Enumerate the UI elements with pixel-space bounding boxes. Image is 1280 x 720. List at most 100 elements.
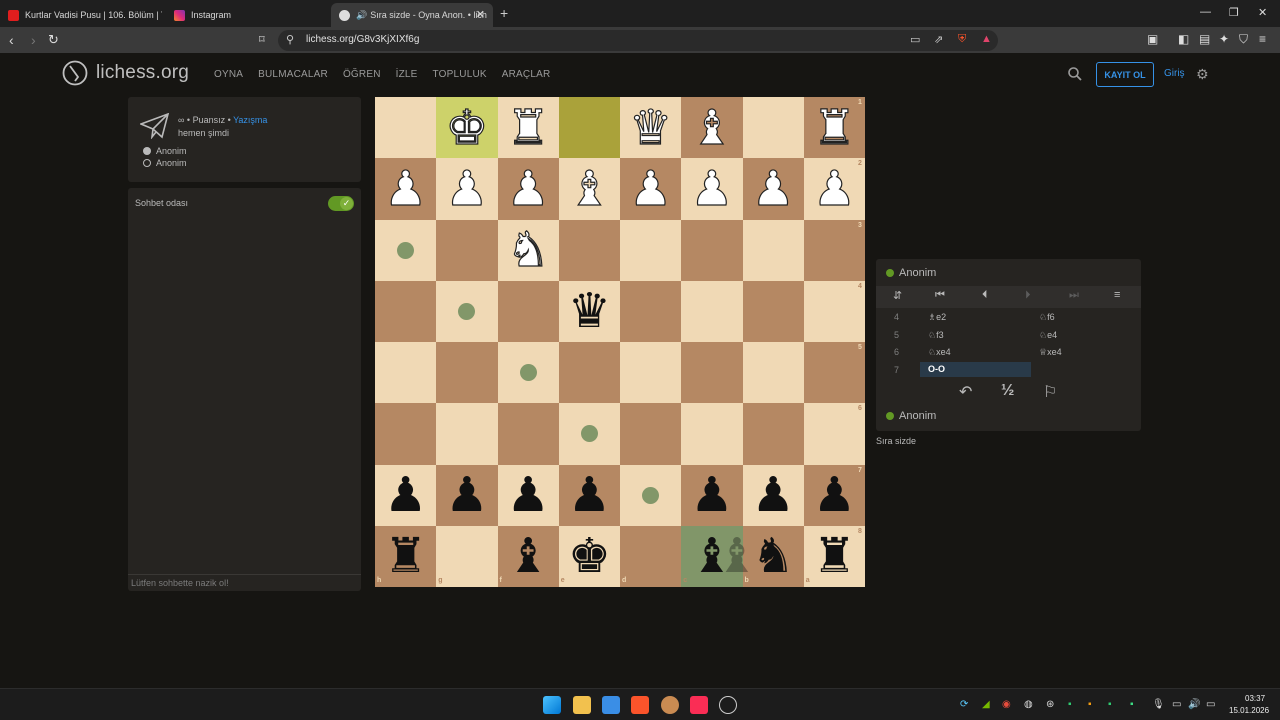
address-bar[interactable]: ⚲ lichess.org/G8v3KjXIXf6g ▭ ⇗ ⛨ ▲ xyxy=(278,30,998,51)
white-pawn-icon[interactable]: ♟ xyxy=(804,158,865,219)
white-pawn-icon[interactable]: ♟ xyxy=(498,158,559,219)
board-square[interactable] xyxy=(436,219,498,281)
board-square[interactable] xyxy=(558,97,620,159)
board-square[interactable] xyxy=(436,342,498,404)
white-knight-icon[interactable]: ♞ xyxy=(498,220,559,281)
white-pawn-icon[interactable]: ♟ xyxy=(375,158,436,219)
brave-shield-icon[interactable]: ⛨ xyxy=(958,33,966,46)
browser-tab-instagram[interactable]: Instagram xyxy=(166,3,326,27)
black-pawn-icon[interactable]: ♟ xyxy=(804,465,865,526)
file-explorer-icon[interactable] xyxy=(573,696,591,714)
board-square[interactable] xyxy=(497,403,559,465)
menu-icon[interactable]: ≡ xyxy=(1259,32,1266,46)
black-pawn-icon[interactable]: ♟ xyxy=(436,465,497,526)
board-square[interactable] xyxy=(558,219,620,281)
white-move[interactable]: ♘f3 xyxy=(928,330,944,341)
nav-puzzles[interactable]: BULMACALAR xyxy=(258,69,328,80)
board-square[interactable] xyxy=(742,403,804,465)
black-rook-icon[interactable]: ♜ xyxy=(375,526,436,587)
board-square[interactable] xyxy=(803,280,865,342)
white-pawn-icon[interactable]: ♟ xyxy=(620,158,681,219)
black-pawn-icon[interactable]: ♟ xyxy=(375,465,436,526)
move-destination-dot[interactable] xyxy=(397,241,415,259)
minimize-icon[interactable]: — xyxy=(1200,6,1211,18)
player-black[interactable]: Anonim xyxy=(143,158,187,168)
network-icon[interactable]: ▭ xyxy=(1172,699,1181,710)
board-square[interactable] xyxy=(803,403,865,465)
white-bishop-icon[interactable]: ♝ xyxy=(681,97,742,158)
hamburger-menu-icon[interactable]: ≡ xyxy=(1114,289,1120,301)
black-pawn-icon[interactable]: ♟ xyxy=(498,465,559,526)
board-square[interactable] xyxy=(375,97,437,159)
nav-watch[interactable]: İZLE xyxy=(396,69,418,80)
board-square[interactable] xyxy=(681,403,743,465)
close-window-icon[interactable]: ✕ xyxy=(1258,6,1267,19)
black-king-icon[interactable]: ♚ xyxy=(559,526,620,587)
takeback-icon[interactable]: ↶ xyxy=(959,382,972,402)
draw-offer-button[interactable]: ½ xyxy=(1001,382,1014,400)
player-white[interactable]: Anonim xyxy=(143,146,187,156)
black-rook-icon[interactable]: ♜ xyxy=(804,526,865,587)
cast-icon[interactable]: ▭ xyxy=(910,33,920,46)
signin-link[interactable]: Giriş xyxy=(1164,68,1185,79)
white-pawn-icon[interactable]: ♟ xyxy=(436,158,497,219)
site-logo[interactable]: lichess.org xyxy=(62,60,189,86)
board-square[interactable] xyxy=(375,403,437,465)
white-king-icon[interactable]: ♚ xyxy=(436,97,497,158)
forward-icon[interactable]: › xyxy=(31,32,36,48)
microphone-icon[interactable]: 🎙 xyxy=(1152,699,1165,710)
chess-board[interactable]: ♚ ♜ ♛ ♝ ♜ ♟ ♟ ♟ ♝ ♟ ♟ ♟ ♟ ♞ ♛ ♟ ♟ ♟ ♟ ♟ ♟ ♟ ♜ ♝ ♚ ♝ ♞ ♜ ♝ 1 2 3 4 5 6 7 8 h g f… xyxy=(375,97,865,587)
prev-move-icon[interactable]: ⏴ xyxy=(982,289,988,302)
black-move[interactable]: ♘e4 xyxy=(1039,330,1057,341)
board-square[interactable] xyxy=(742,97,804,159)
battery-icon[interactable]: ▭ xyxy=(1206,699,1215,710)
board-square[interactable] xyxy=(497,280,559,342)
board-square[interactable] xyxy=(620,403,682,465)
board-square[interactable] xyxy=(681,219,743,281)
board-square[interactable] xyxy=(375,342,437,404)
black-bishop-icon[interactable]: ♝ xyxy=(498,526,559,587)
board-square[interactable] xyxy=(558,342,620,404)
brave-browser-icon[interactable] xyxy=(631,696,649,714)
board-square[interactable] xyxy=(681,280,743,342)
tray-app-icon[interactable]: ▪ xyxy=(1130,699,1134,710)
new-tab-icon[interactable]: + xyxy=(500,5,508,21)
flip-board-icon[interactable]: ⇵ xyxy=(893,289,902,302)
white-rook-icon[interactable]: ♜ xyxy=(498,97,559,158)
sync-icon[interactable]: ⟳ xyxy=(960,699,968,710)
nav-play[interactable]: OYNA xyxy=(214,69,243,80)
white-move[interactable]: ♗e2 xyxy=(928,312,946,323)
black-move[interactable]: ♕xe4 xyxy=(1039,347,1062,358)
board-square[interactable] xyxy=(620,342,682,404)
black-pawn-icon[interactable]: ♟ xyxy=(743,465,804,526)
search-icon[interactable] xyxy=(1067,66,1083,82)
photos-icon[interactable] xyxy=(602,696,620,714)
move-destination-dot[interactable] xyxy=(519,364,537,382)
white-rook-icon[interactable]: ♜ xyxy=(804,97,865,158)
nav-learn[interactable]: ÖĞREN xyxy=(343,69,381,80)
nvidia-icon[interactable]: ◢ xyxy=(982,699,990,710)
browser-tab-youtube[interactable]: Kurtlar Vadisi Pusu | 106. Bölüm | Yük xyxy=(0,3,162,27)
black-pawn-icon[interactable]: ♟ xyxy=(559,465,620,526)
volume-icon[interactable]: 🔊 xyxy=(1188,699,1200,710)
bookmark-icon[interactable]: ⌑ xyxy=(259,33,265,46)
next-move-icon[interactable]: ⏵ xyxy=(1025,289,1031,302)
close-tab-icon[interactable]: ✕ xyxy=(476,8,485,21)
board-square[interactable] xyxy=(803,342,865,404)
board-square[interactable] xyxy=(620,525,682,587)
signup-button[interactable]: KAYIT OL xyxy=(1096,62,1154,87)
windows-start-icon[interactable] xyxy=(543,696,561,714)
board-square[interactable] xyxy=(620,219,682,281)
tray-app-icon[interactable]: ⊛ xyxy=(1046,699,1054,710)
move-destination-dot[interactable] xyxy=(642,486,660,504)
board-square[interactable] xyxy=(742,342,804,404)
last-move-icon[interactable]: ⏭ xyxy=(1069,289,1079,302)
chat-toggle[interactable]: ✓ xyxy=(328,196,354,211)
media-icon[interactable]: ▣ xyxy=(1147,32,1158,46)
share-icon[interactable]: ⇗ xyxy=(934,33,943,46)
black-queen-icon[interactable]: ♛ xyxy=(559,281,620,342)
black-pawn-icon[interactable]: ♟ xyxy=(681,465,742,526)
reload-icon[interactable]: ↻ xyxy=(48,32,59,48)
site-info-icon[interactable]: ⚲ xyxy=(286,33,294,46)
board-square[interactable] xyxy=(681,342,743,404)
